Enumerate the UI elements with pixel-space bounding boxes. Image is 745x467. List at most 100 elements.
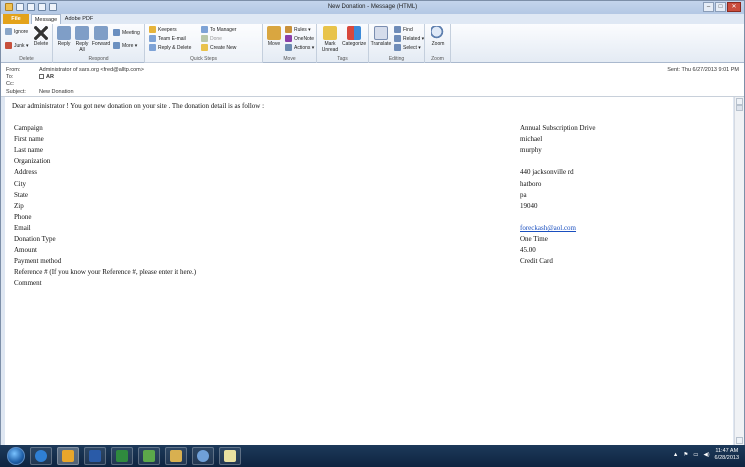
ignore-button[interactable]: Ignore <box>5 28 28 35</box>
title-bar: New Donation - Message (HTML) – □ ✕ <box>1 1 744 14</box>
group-move: Move Rules ▾ OneNote Actions ▾ Move <box>263 24 317 63</box>
onenote-button[interactable]: OneNote <box>285 35 314 42</box>
junk-button[interactable]: Junk ▾ <box>5 42 28 49</box>
taskbar-notes[interactable] <box>219 447 241 465</box>
taskbar-word[interactable] <box>84 447 106 465</box>
excel-icon <box>116 450 128 462</box>
scroll-down-arrow[interactable] <box>736 437 743 444</box>
field-row: Address 440 jacksonville rd <box>14 168 724 179</box>
reply-all-icon <box>75 26 89 40</box>
scroll-thumb[interactable] <box>736 105 743 111</box>
more-respond-button[interactable]: More ▾ <box>113 42 137 49</box>
field-value: michael <box>520 135 543 144</box>
field-value: murphy <box>520 146 542 155</box>
actions-button[interactable]: Actions ▾ <box>285 44 314 51</box>
taskbar-app[interactable] <box>138 447 160 465</box>
vertical-scrollbar[interactable] <box>734 97 744 445</box>
move-button[interactable]: Move <box>265 26 283 47</box>
quickstep-reply-delete[interactable]: Reply & Delete <box>149 44 191 51</box>
volume-icon[interactable]: ◀) <box>703 452 709 458</box>
forward-button[interactable]: Forward <box>91 26 111 47</box>
group-quick-steps-label: Quick Steps <box>190 56 217 62</box>
close-button[interactable]: ✕ <box>727 2 741 12</box>
taskbar-explorer[interactable] <box>165 447 187 465</box>
field-value: Credit Card <box>520 257 553 266</box>
quickstep-team-email-label: Team E-mail <box>158 35 186 42</box>
delete-x-icon <box>34 26 48 40</box>
group-respond-label: Respond <box>88 56 109 62</box>
quickstep-done[interactable]: Done <box>201 35 222 42</box>
scroll-up-arrow[interactable] <box>736 98 743 105</box>
reply-button[interactable]: Reply <box>55 26 73 47</box>
translate-button[interactable]: Translate <box>370 26 392 47</box>
clock-date: 6/28/2013 <box>714 455 739 461</box>
meeting-label: Meeting <box>122 29 140 36</box>
field-label: State <box>14 190 28 199</box>
subject-label: Subject: <box>6 89 26 95</box>
network-icon[interactable]: ▭ <box>693 452 698 458</box>
message-header: From: Administrator of sars.org <fred@all… <box>1 63 744 97</box>
reply-all-button[interactable]: Reply All <box>73 26 91 53</box>
junk-icon <box>5 42 12 49</box>
find-button[interactable]: Find <box>394 26 413 33</box>
team-email-icon <box>149 35 156 42</box>
keepers-icon <box>149 26 156 33</box>
email-link[interactable]: foreckash@aol.com <box>520 224 576 232</box>
related-icon <box>394 35 401 42</box>
field-value: pa <box>520 190 527 199</box>
rules-button[interactable]: Rules ▾ <box>285 26 311 33</box>
meeting-icon <box>113 29 120 36</box>
field-row: Payment method Credit Card <box>14 257 724 268</box>
categorize-button[interactable]: Categorize <box>342 26 366 47</box>
minimize-button[interactable]: – <box>703 2 714 12</box>
more-label: More ▾ <box>122 42 138 49</box>
quickstep-create-new[interactable]: Create New <box>201 44 236 51</box>
flag-icon[interactable]: ⚑ <box>683 452 688 458</box>
quickstep-to-manager-label: To Manager <box>210 26 237 33</box>
to-value[interactable]: AR <box>46 74 54 80</box>
tab-message[interactable]: Message <box>31 14 61 24</box>
quickstep-to-manager[interactable]: To Manager <box>201 26 236 33</box>
meeting-button[interactable]: Meeting <box>113 29 140 36</box>
clock[interactable]: 11:47 AM 6/28/2013 <box>715 448 739 462</box>
ignore-label: Ignore <box>14 28 29 35</box>
field-label: Payment method <box>14 257 62 266</box>
ribbon: Ignore Junk ▾ Delete Delete Reply Reply … <box>1 24 744 63</box>
categorize-label: Categorize <box>342 41 367 47</box>
quickstep-reply-delete-label: Reply & Delete <box>158 44 192 51</box>
group-tags-label: Tags <box>337 56 348 62</box>
zoom-button[interactable]: Zoom <box>429 26 447 47</box>
field-row: Email foreckash@aol.com <box>14 224 724 235</box>
field-label: Email <box>14 223 31 232</box>
quickstep-create-new-label: Create New <box>210 44 237 51</box>
delete-button[interactable]: Delete <box>32 26 50 47</box>
taskbar-media[interactable] <box>192 447 214 465</box>
tab-adobe-pdf[interactable]: Adobe PDF <box>63 14 95 24</box>
translate-icon <box>374 26 388 40</box>
app-icon <box>143 450 155 462</box>
field-label: Phone <box>14 212 32 221</box>
mark-unread-button[interactable]: Mark Unread <box>319 26 341 53</box>
maximize-button[interactable]: □ <box>715 2 726 12</box>
quickstep-team-email[interactable]: Team E-mail <box>149 35 186 42</box>
from-value[interactable]: Administrator of sars.org <fred@alltp.co… <box>39 67 144 73</box>
reply-label: Reply <box>57 41 71 47</box>
tab-file[interactable]: File <box>3 14 29 24</box>
taskbar-outlook[interactable] <box>57 447 79 465</box>
word-icon <box>89 450 101 462</box>
select-button[interactable]: Select ▾ <box>394 44 421 51</box>
start-button[interactable] <box>7 447 25 465</box>
taskbar-excel[interactable] <box>111 447 133 465</box>
related-button[interactable]: Related ▾ <box>394 35 424 42</box>
junk-label: Junk ▾ <box>14 42 29 49</box>
find-label: Find <box>403 26 413 33</box>
tray-arrow-icon[interactable]: ▲ <box>673 452 678 458</box>
window-controls: – □ ✕ <box>702 2 741 12</box>
translate-label: Translate <box>370 41 392 47</box>
group-editing: Translate Find Related ▾ Select ▾ Editin… <box>369 24 425 63</box>
system-tray: ▲ ⚑ ▭ ◀) 11:47 AM 6/28/2013 <box>673 448 739 462</box>
field-row: Last name murphy <box>14 146 724 157</box>
taskbar-ie[interactable] <box>30 447 52 465</box>
field-label: City <box>14 179 27 188</box>
quickstep-keepers[interactable]: Keepers <box>149 26 177 33</box>
